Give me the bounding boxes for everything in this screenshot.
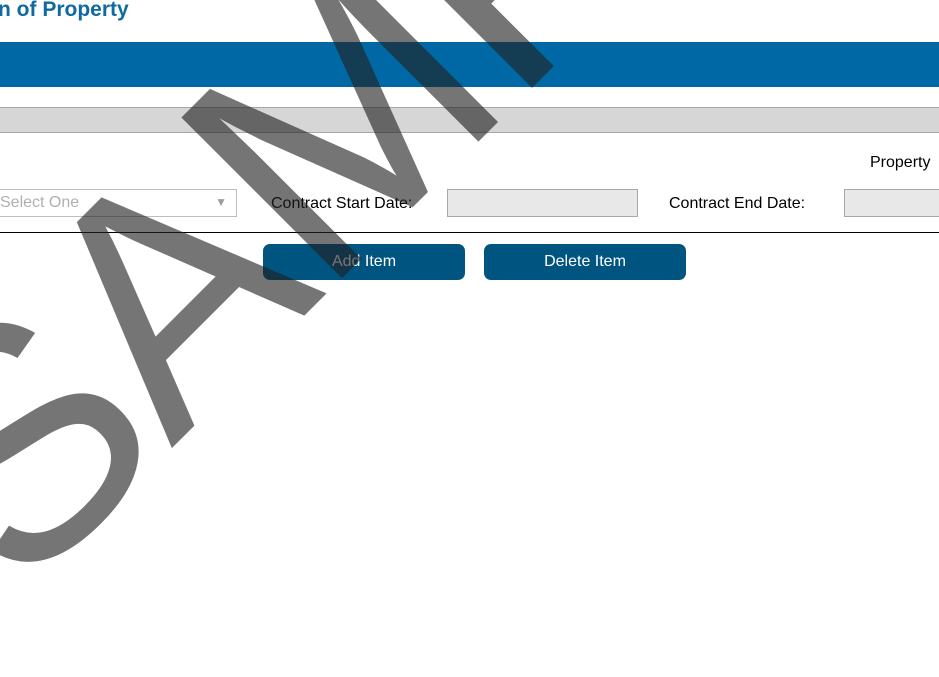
delete-item-button[interactable]: Delete Item [484, 244, 686, 280]
contract-start-date-label: Contract Start Date: [271, 195, 413, 212]
header-bar [0, 42, 939, 87]
property-type-select[interactable]: Select One ▼ [0, 189, 237, 217]
page-title: n of Property [0, 0, 129, 21]
contract-end-date-input[interactable] [844, 189, 939, 217]
contract-start-date-input[interactable] [447, 189, 638, 217]
page: n of Property Property Select One ▼ Cont… [0, 0, 939, 677]
section-divider [0, 232, 939, 233]
section-header-band [0, 107, 939, 133]
sample-watermark-text: SAMPLE [0, 0, 939, 649]
property-type-selected-value: Select One [0, 194, 80, 211]
sample-watermark: SAMPLE [0, 0, 939, 649]
property-label: Property [870, 154, 931, 171]
add-item-button[interactable]: Add Item [263, 244, 465, 280]
contract-end-date-label: Contract End Date: [669, 195, 806, 212]
dropdown-arrow-icon: ▼ [215, 195, 227, 209]
